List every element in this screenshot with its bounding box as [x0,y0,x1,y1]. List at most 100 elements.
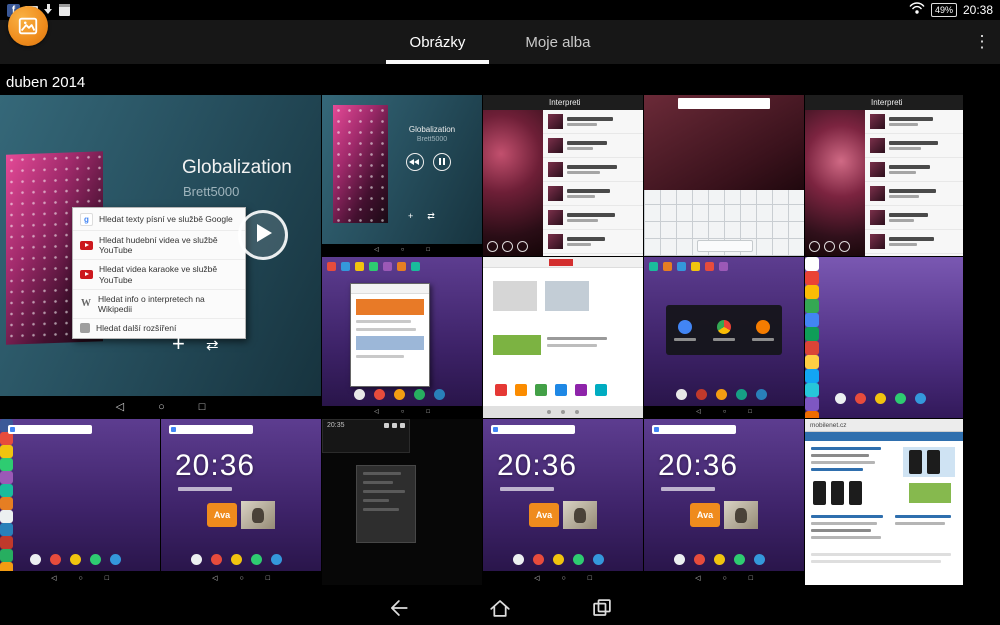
app-icons-row [327,262,420,271]
menu-item-label: Hledat texty písní ve službě Google [99,214,233,224]
back-icon: ◁ [374,247,379,253]
recents-icon: □ [748,409,752,415]
add-icon: + [172,331,185,357]
wikipedia-icon [80,298,92,310]
mini-nav-bar: ◁ ○ □ [0,571,160,585]
thumbnail-homescreen-popup[interactable]: ◁ ○ □ [322,257,482,418]
mini-player-controls [487,241,528,252]
thumbnail-search-keyboard[interactable] [644,95,804,256]
content-image [493,281,537,311]
clock-widget: 20:36 [497,449,577,483]
thumbnail-homescreen-grid[interactable]: ◁ ○ □ [0,419,160,585]
thumbnail-browser-page[interactable]: mobilenet.cz [805,419,963,585]
menu-item-search-music-videos: Hledat hudební videa ve službě YouTube [73,230,245,259]
back-icon: ◁ [374,409,379,415]
back-button[interactable] [383,593,413,623]
artist-photo [483,110,543,256]
floating-window [356,465,416,543]
home-icon: ○ [722,575,726,582]
list-item [865,182,963,206]
thumbnail-clock-homescreen-1[interactable]: 20:36 Ava ◁ ○ □ [161,419,321,585]
dock-icons [191,554,282,565]
screen: 49% 20:38 Obrázky Moje alba ⋮ duben 2014… [0,0,1000,625]
google-search-bar [169,425,253,434]
tab-my-albums[interactable]: Moje alba [495,20,620,64]
thumbnail-app-drawer[interactable] [805,257,963,418]
thumbnail-music-player-large[interactable]: Globalization Brett5000 Hledat texty pís… [0,95,321,418]
home-icon: ○ [723,409,727,415]
home-button[interactable] [485,593,515,623]
clock: 20:38 [963,3,993,17]
photo-widget [563,501,597,529]
date-text [178,487,232,491]
add-icon: + [408,211,413,222]
back-icon: ◁ [534,575,539,582]
list-item [543,110,643,134]
thumbnail-clock-homescreen-3[interactable]: 20:36 Ava ◁ ○ □ [644,419,804,585]
recents-icon: □ [588,575,592,582]
menu-item-more-extensions: Hledat další rozšíření [73,318,245,337]
recents-icon: □ [749,575,753,582]
list-item [865,206,963,230]
youtube-icon [80,270,93,279]
home-icon: ○ [561,575,565,582]
track-title: Globalization [182,157,292,179]
content-image [545,281,589,311]
quick-settings-panel: 20:35 [322,419,410,453]
back-icon: ◁ [51,575,56,582]
bottom-strip [483,406,643,418]
tab-images[interactable]: Obrázky [380,20,496,64]
track-title: Globalization [384,125,480,134]
thumbnail-artists-list-2[interactable]: Interpreti [805,95,963,256]
list-item [543,230,643,254]
panel-time: 20:35 [327,422,345,429]
thumbnail-music-player-small[interactable]: Globalization Brett5000 + ⇄ ◁ ○ □ [322,95,482,256]
dock-icons [676,389,767,400]
list-item [543,158,643,182]
photo-widget [724,501,758,529]
artist-list [865,110,963,256]
track-artist: Brett5000 [183,184,239,199]
mini-nav-bar: ◁ ○ □ [644,571,804,585]
ad-banner [493,335,541,355]
thumbnail-clock-homescreen-2[interactable]: 20:36 Ava ◁ ○ □ [483,419,643,585]
home-icon: ○ [239,575,243,582]
recents-button[interactable] [587,593,617,623]
context-menu: Hledat texty písní ve službě Google Hled… [72,207,246,339]
thumbnail-artists-list-1[interactable]: Interpreti [483,95,643,256]
album-app-icon[interactable] [8,6,48,46]
overflow-menu-icon[interactable]: ⋮ [968,20,996,64]
menu-item-search-karaoke: Hledat videa karaoke ve službě YouTube [73,259,245,288]
battery-indicator: 49% [931,3,957,17]
artist-photo [805,110,865,256]
dock-icons [513,554,604,565]
clock-widget: 20:36 [175,449,255,483]
home-icon: ○ [78,575,82,582]
menu-item-search-lyrics: Hledat texty písní ve službě Google [73,209,245,230]
navigation-bar [0,590,1000,625]
system-status-icons: 49% 20:38 [909,1,993,19]
list-header: Interpreti [805,95,963,110]
google-search-bar [491,425,575,434]
google-search-bar [8,425,92,434]
previous-icon [406,153,424,171]
panel-icons [384,423,405,428]
browser-url-bar: mobilenet.cz [805,419,963,432]
thumbnail-dark-quick-settings[interactable]: 20:35 [322,419,482,585]
search-field [678,98,770,109]
tab-my-albums-label: Moje alba [525,34,590,51]
thumbnail-homescreen-dialog[interactable]: ◁ ○ □ [644,257,804,418]
thumbnail-store-page[interactable] [483,257,643,418]
track-artist: Brett5000 [384,136,480,143]
artist-list [543,110,643,256]
site-name: mobilenet.cz [810,422,847,429]
back-icon: ◁ [116,402,124,413]
dock-icons [354,389,445,400]
recents-icon: □ [426,247,430,253]
recents-icon: □ [426,409,430,415]
ava-widget: Ava [529,503,559,527]
home-icon: ○ [401,247,405,253]
recents-icon: □ [266,575,270,582]
recents-icon: □ [199,402,206,413]
list-item [543,182,643,206]
